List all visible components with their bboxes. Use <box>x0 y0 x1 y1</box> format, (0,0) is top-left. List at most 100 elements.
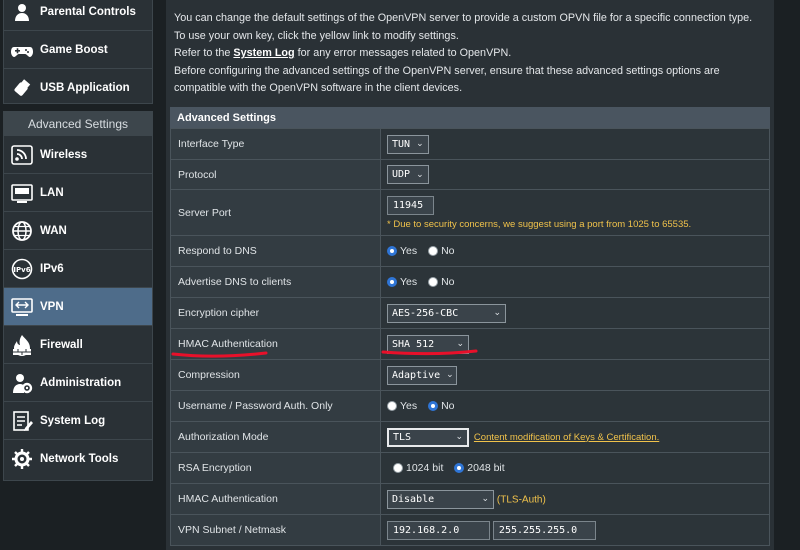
table-row: Compression Adaptive ⌄ <box>170 359 770 391</box>
lan-icon <box>10 182 34 204</box>
table-row: Advertise DNS to clients Yes No <box>170 266 770 298</box>
sidebar-item-lan[interactable]: LAN <box>4 174 152 212</box>
table-row: Respond to DNS Yes No <box>170 235 770 267</box>
radio-label: 2048 bit <box>467 462 505 475</box>
wireless-icon <box>10 144 34 166</box>
advanced-settings-section-title: Advanced Settings <box>170 107 770 128</box>
sidebar-item-wan[interactable]: WAN <box>4 212 152 250</box>
table-row: HMAC Authentication Disable ⌄ (TLS-Auth) <box>170 483 770 515</box>
table-row: Authorization Mode TLS ⌄ Content modifica… <box>170 421 770 453</box>
radio-label: No <box>441 400 455 413</box>
server-port-input[interactable]: 11945 <box>387 195 434 215</box>
content-panel: You can change the default settings of t… <box>166 0 774 550</box>
protocol-select[interactable]: UDP ⌄ <box>387 165 429 184</box>
sidebar-item-label: Game Boost <box>40 43 108 56</box>
firewall-icon <box>10 334 34 356</box>
wan-icon <box>10 220 34 242</box>
respond-dns-label: Respond to DNS <box>170 235 381 267</box>
network-tools-icon <box>10 448 34 470</box>
advanced-settings-table: Interface Type TUN ⌄ Protocol UDP ⌄ Server… <box>170 128 770 546</box>
select-value: UDP <box>392 169 411 180</box>
radio-label: 1024 bit <box>406 462 444 475</box>
system-log-icon <box>10 410 34 432</box>
table-row: VPN Subnet / Netmask 192.168.2.0 255.255… <box>170 514 770 546</box>
general-menu: Parental Controls Game Boost USB Applica… <box>3 0 153 104</box>
usb-icon <box>10 77 34 99</box>
info-text-pre: Refer to the <box>174 47 234 59</box>
chevron-down-icon: ⌄ <box>446 370 454 380</box>
sidebar-item-label: Administration <box>40 376 122 389</box>
sidebar-item-label: Network Tools <box>40 453 119 465</box>
advanced-settings-header: Advanced Settings <box>4 112 152 136</box>
radio-label: Yes <box>400 245 418 258</box>
info-text-post: for any error messages related to OpenVP… <box>294 47 512 59</box>
sidebar-item-system-log[interactable]: System Log <box>4 402 152 440</box>
userpass-only-label: Username / Password Auth. Only <box>170 390 381 422</box>
vpn-subnet-label: VPN Subnet / Netmask <box>170 514 381 546</box>
rsa-encryption-label: RSA Encryption <box>170 452 381 484</box>
advertise-dns-yes-radio[interactable] <box>387 277 397 288</box>
sidebar-item-firewall[interactable]: Firewall <box>4 326 152 364</box>
advertise-dns-no-radio[interactable] <box>428 277 439 288</box>
vpn-netmask-input[interactable]: 255.255.255.0 <box>492 520 596 540</box>
interface-type-select[interactable]: TUN ⌄ <box>387 134 429 154</box>
sidebar-item-parental-controls[interactable]: Parental Controls <box>4 0 152 31</box>
sidebar-item-ipv6[interactable]: IPv6 IPv6 <box>4 250 152 288</box>
table-row: RSA Encryption 1024 bit 2048 bit <box>170 452 770 484</box>
interface-type-label: Interface Type <box>170 128 381 160</box>
info-text: You can change the default settings of t… <box>174 10 770 98</box>
chevron-down-icon: ⌄ <box>455 432 463 442</box>
sidebar: Parental Controls Game Boost USB Applica… <box>0 0 160 550</box>
rsa-2048-radio[interactable] <box>454 463 465 474</box>
keys-certification-link[interactable]: Content modification of Keys & Certifica… <box>474 432 659 443</box>
advanced-settings-menu: Advanced Settings Wireless LAN WAN IPv6 … <box>3 111 153 481</box>
sidebar-item-label: System Log <box>40 414 106 427</box>
administration-icon <box>10 372 34 394</box>
chevron-down-icon: ⌄ <box>416 139 424 149</box>
radio-label: Yes <box>400 400 418 413</box>
sidebar-item-usb-application[interactable]: USB Application <box>4 69 152 107</box>
table-row: Interface Type TUN ⌄ <box>170 128 770 160</box>
sidebar-item-network-tools[interactable]: Network Tools <box>4 440 152 478</box>
info-line: Refer to the System Log for any error me… <box>174 45 770 63</box>
authorization-mode-select[interactable]: TLS ⌄ <box>387 427 469 447</box>
vpn-icon <box>10 296 34 318</box>
userpass-only-no-radio[interactable] <box>428 401 439 412</box>
info-line: To use your own key, click the yellow li… <box>174 29 459 42</box>
authorization-mode-label: Authorization Mode <box>170 421 381 453</box>
sidebar-item-label: IPv6 <box>40 262 64 275</box>
sidebar-item-label: USB Application <box>40 82 130 94</box>
radio-label: No <box>441 245 455 258</box>
advertise-dns-label: Advertise DNS to clients <box>170 266 381 298</box>
userpass-only-yes-radio[interactable] <box>387 401 397 412</box>
info-line: Before configuring the advanced settings… <box>174 64 720 95</box>
sidebar-item-vpn[interactable]: VPN <box>4 288 152 326</box>
select-value: Disable <box>392 493 435 505</box>
info-line: You can change the default settings of t… <box>174 12 753 24</box>
hmac-authentication-2-label: HMAC Authentication <box>170 483 381 515</box>
radio-label: No <box>441 276 455 289</box>
vpn-subnet-input[interactable]: 192.168.2.0 <box>387 520 490 540</box>
compression-label: Compression <box>170 359 381 391</box>
parental-icon <box>10 1 34 23</box>
respond-dns-no-radio[interactable] <box>428 246 439 257</box>
select-value: Adaptive <box>392 369 441 381</box>
sidebar-item-game-boost[interactable]: Game Boost <box>4 31 152 69</box>
gamepad-icon <box>10 39 34 61</box>
hmac-tls-auth-select[interactable]: Disable ⌄ <box>387 489 494 509</box>
sidebar-item-administration[interactable]: Administration <box>4 364 152 402</box>
server-port-label: Server Port <box>170 189 381 236</box>
router-admin-page: Parental Controls Game Boost USB Applica… <box>0 0 800 550</box>
annotation-underline-value <box>381 349 478 356</box>
chevron-down-icon: ⌄ <box>481 494 489 504</box>
compression-select[interactable]: Adaptive ⌄ <box>387 365 457 385</box>
svg-text:IPv6: IPv6 <box>13 266 30 274</box>
system-log-link[interactable]: System Log <box>233 47 294 59</box>
sidebar-item-label: WAN <box>40 224 67 237</box>
protocol-label: Protocol <box>170 159 381 190</box>
sidebar-item-wireless[interactable]: Wireless <box>4 136 152 174</box>
respond-dns-yes-radio[interactable] <box>387 246 397 257</box>
encryption-cipher-select[interactable]: AES-256-CBC ⌄ <box>387 303 506 323</box>
rsa-1024-radio[interactable] <box>393 463 403 474</box>
radio-label: Yes <box>400 276 418 289</box>
